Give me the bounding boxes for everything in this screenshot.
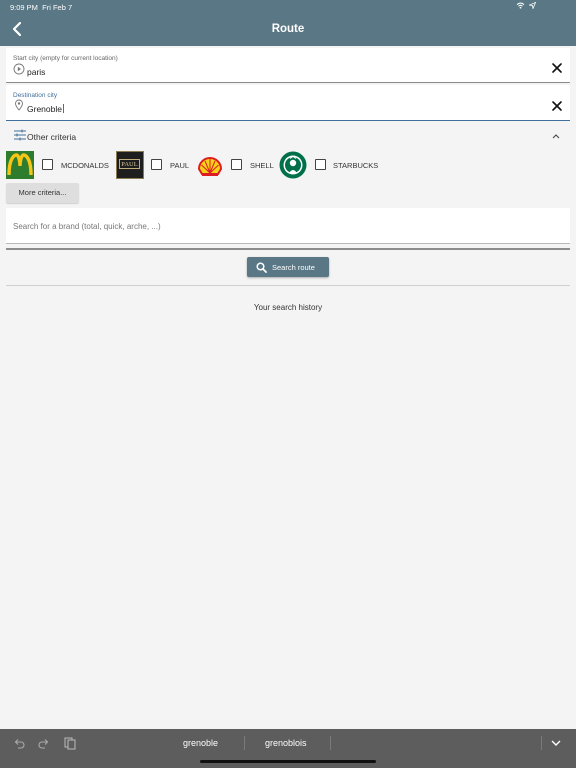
history-divider [6, 285, 570, 286]
suggestion-separator [244, 736, 245, 750]
start-city-field[interactable]: Start city (empty for current location) … [6, 48, 570, 83]
status-clock: 9:09 PM [10, 3, 38, 12]
text-caret [62, 104, 64, 113]
mcdonalds-label: MCDONALDS [61, 161, 109, 170]
start-city-input[interactable]: paris [27, 67, 45, 77]
starbucks-label: STARBUCKS [333, 161, 379, 170]
search-icon [256, 262, 267, 273]
starbucks-checkbox[interactable] [315, 159, 326, 170]
wifi-icon [516, 2, 525, 9]
search-route-label: Search route [272, 263, 315, 272]
paul-logo-text: PAUL [119, 159, 140, 169]
divider [6, 248, 570, 250]
location-arrow-icon [527, 1, 537, 11]
suggestion-grenoblois[interactable]: grenoblois [265, 738, 307, 748]
sliders-icon [14, 129, 26, 141]
mcdonalds-logo [6, 151, 34, 179]
clear-start-icon[interactable] [550, 61, 564, 75]
page-title: Route [271, 23, 305, 35]
brand-search-placeholder: Search for a brand (total, quick, arche,… [13, 222, 161, 231]
destination-city-label: Destination city [13, 92, 58, 99]
chevron-up-icon [552, 134, 560, 139]
starbucks-logo [279, 151, 307, 179]
app-bar: 9:09 PM Fri Feb 7 Route [0, 0, 576, 46]
search-history-title: Your search history [253, 303, 323, 312]
other-criteria-label: Other criteria [27, 132, 77, 142]
status-date: Fri Feb 7 [42, 3, 73, 12]
suggestion-grenoble[interactable]: grenoble [183, 738, 218, 748]
other-criteria-toggle[interactable]: Other criteria [6, 124, 570, 148]
status-icons [516, 1, 537, 11]
search-route-button[interactable]: Search route [247, 257, 329, 277]
shell-label: SHELL [250, 161, 274, 170]
more-criteria-button[interactable]: More criteria... [6, 183, 79, 203]
shell-checkbox[interactable] [231, 159, 242, 170]
paul-checkbox[interactable] [151, 159, 162, 170]
destination-city-input[interactable]: Grenoble [27, 104, 64, 114]
paul-logo: PAUL [116, 151, 144, 179]
paste-icon[interactable] [63, 736, 77, 750]
home-indicator [200, 760, 376, 763]
status-time: 9:09 PM Fri Feb 7 [10, 3, 72, 12]
undo-icon[interactable] [12, 736, 26, 750]
destination-city-field[interactable]: Destination city Grenoble [6, 85, 570, 121]
destination-city-value: Grenoble [27, 104, 62, 114]
mcdonalds-checkbox[interactable] [42, 159, 53, 170]
suggestion-separator [330, 736, 331, 750]
shell-logo [196, 151, 224, 179]
brand-search-input[interactable]: Search for a brand (total, quick, arche,… [6, 208, 570, 244]
map-pin-icon [15, 99, 23, 111]
start-city-label: Start city (empty for current location) [13, 55, 118, 62]
redo-icon[interactable] [37, 736, 51, 750]
clear-destination-icon[interactable] [550, 99, 564, 113]
play-circle-icon [13, 63, 25, 75]
dismiss-separator [541, 736, 542, 750]
paul-label: PAUL [170, 161, 190, 170]
dismiss-keyboard-icon[interactable] [549, 736, 563, 750]
